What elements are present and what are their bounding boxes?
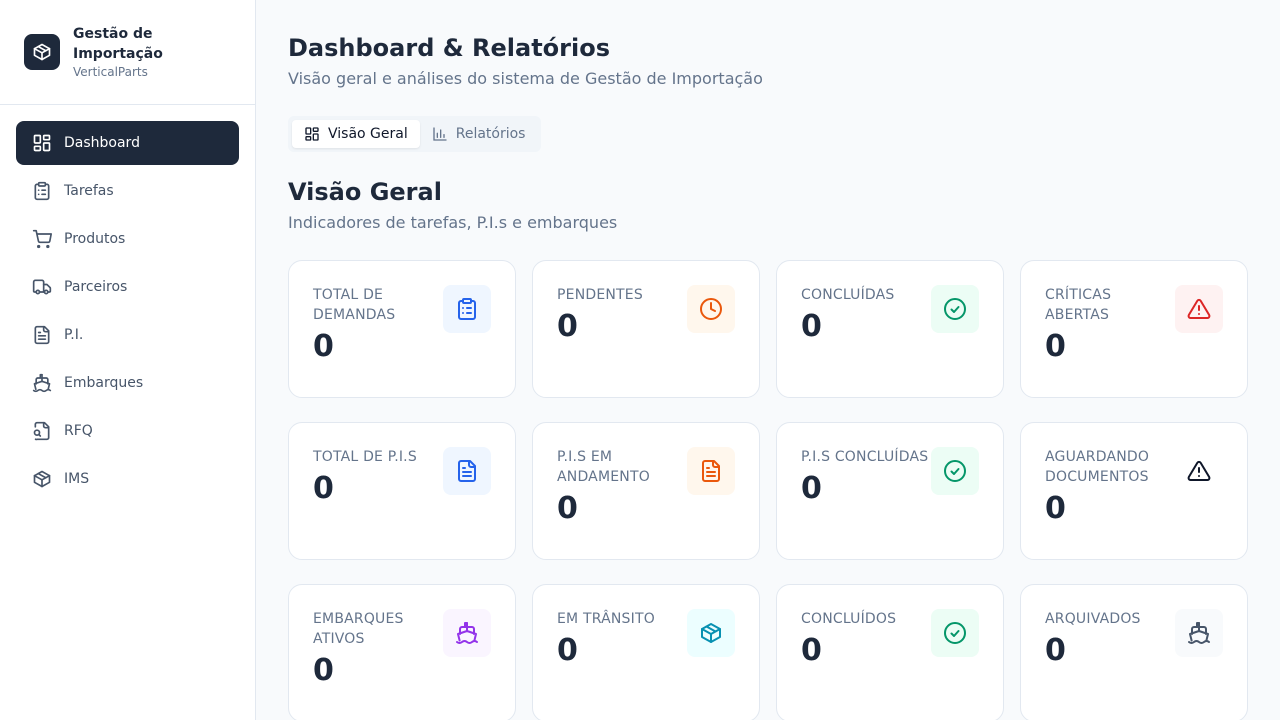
clock-icon	[687, 285, 735, 333]
stat-value: 0	[313, 653, 334, 688]
stat-card-em-transito: Em Trânsito 0	[532, 584, 760, 720]
sidebar-item-parceiros[interactable]: Parceiros	[16, 265, 239, 309]
sidebar-item-embarques[interactable]: Embarques	[16, 361, 239, 405]
stat-card-arquivados: Arquivados 0	[1020, 584, 1248, 720]
sidebar-item-label: Parceiros	[64, 279, 128, 295]
check-circle-icon	[931, 609, 979, 657]
tab-label: Relatórios	[455, 126, 526, 142]
stats-grid: Total de Demandas 0 Pendentes 0 Concluíd…	[288, 260, 1248, 720]
brand-title: Gestão de Importação	[73, 26, 163, 62]
sidebar-item-tarefas[interactable]: Tarefas	[16, 169, 239, 213]
stat-value: 0	[313, 329, 334, 364]
sidebar-item-label: RFQ	[64, 423, 93, 439]
check-circle-icon	[931, 285, 979, 333]
stat-card-aguardando-documentos: Aguardando Documentos 0	[1020, 422, 1248, 560]
ship-icon	[443, 609, 491, 657]
layout-dashboard-icon	[33, 134, 51, 152]
stat-card-total-pis: Total de P.I.s 0	[288, 422, 516, 560]
ship-icon	[32, 373, 52, 393]
page-title: Dashboard & Relatórios	[288, 34, 610, 62]
stat-value: 0	[557, 491, 578, 526]
tab-relatorios[interactable]: Relatórios	[420, 120, 538, 148]
stat-label: Críticas Abertas	[1045, 287, 1112, 323]
sidebar-item-label: IMS	[64, 471, 90, 487]
brand: Gestão de Importação VerticalParts	[0, 0, 255, 105]
alert-triangle-icon	[1175, 285, 1223, 333]
stat-card-embarques-ativos: Embarques Ativos 0	[288, 584, 516, 720]
package-icon	[24, 34, 60, 70]
stat-card-criticas-abertas: Críticas Abertas 0	[1020, 260, 1248, 398]
sidebar-item-label: Produtos	[64, 231, 126, 247]
sidebar-nav: Dashboard Tarefas Produtos Parceiros P.I…	[0, 105, 255, 521]
sidebar-item-dashboard[interactable]: Dashboard	[16, 121, 239, 165]
section-title: Visão Geral	[288, 178, 442, 206]
layout-dashboard-icon	[305, 127, 319, 141]
sidebar-item-label: Tarefas	[64, 183, 114, 199]
check-circle-icon	[931, 447, 979, 495]
stat-label: Total de Demandas	[313, 287, 396, 323]
ship-icon	[1175, 609, 1223, 657]
brand-subtitle: VerticalParts	[73, 65, 148, 79]
stat-label: Arquivados	[1045, 611, 1141, 627]
clipboard-icon	[34, 181, 50, 201]
sidebar-item-label: Dashboard	[64, 135, 140, 151]
stat-label: Total de P.I.s	[313, 449, 417, 465]
stat-card-total-demandas: Total de Demandas 0	[288, 260, 516, 398]
stat-card-concluidos: Concluídos 0	[776, 584, 1004, 720]
stat-label: Aguardando Documentos	[1045, 449, 1150, 485]
shopping-cart-icon	[32, 229, 52, 249]
stat-label: P.I.s em Andamento	[557, 449, 650, 485]
sidebar-item-pi[interactable]: P.I.	[16, 313, 239, 357]
file-text-icon	[443, 447, 491, 495]
page-subtitle: Visão geral e análises do sistema de Ges…	[288, 69, 763, 88]
sidebar-item-rfq[interactable]: RFQ	[16, 409, 239, 453]
stat-label: Concluídos	[801, 611, 897, 627]
sidebar: Gestão de Importação VerticalParts Dashb…	[0, 0, 256, 720]
tab-label: Visão Geral	[328, 126, 408, 142]
stat-card-pendentes: Pendentes 0	[532, 260, 760, 398]
package-icon	[687, 609, 735, 657]
stat-label: Concluídas	[801, 287, 895, 303]
stat-label: Embarques Ativos	[313, 611, 404, 647]
bar-chart-icon	[433, 127, 447, 141]
sidebar-item-label: Embarques	[64, 375, 144, 391]
stat-card-concluidas: Concluídas 0	[776, 260, 1004, 398]
main-content: Dashboard & Relatórios Visão geral e aná…	[256, 0, 1280, 720]
file-search-icon	[33, 421, 50, 441]
sidebar-item-ims[interactable]: IMS	[16, 457, 239, 501]
tab-visao-geral[interactable]: Visão Geral	[292, 120, 420, 148]
stat-value: 0	[1045, 329, 1066, 364]
package-icon	[33, 470, 51, 488]
truck-icon	[32, 279, 52, 295]
file-text-icon	[34, 325, 50, 345]
file-text-icon	[687, 447, 735, 495]
stat-card-pis-concluidas: P.I.s Concluídas 0	[776, 422, 1004, 560]
section-subtitle: Indicadores de tarefas, P.I.s e embarque…	[288, 213, 618, 232]
stat-value: 0	[1045, 491, 1066, 526]
clipboard-icon	[443, 285, 491, 333]
alert-triangle-icon	[1175, 447, 1223, 495]
tabs: Visão Geral Relatórios	[288, 116, 542, 152]
stat-label: Pendentes	[557, 287, 643, 303]
stat-label: Em Trânsito	[557, 611, 655, 627]
sidebar-item-label: P.I.	[64, 327, 84, 343]
sidebar-item-produtos[interactable]: Produtos	[16, 217, 239, 261]
stat-card-pis-em-andamento: P.I.s em Andamento 0	[532, 422, 760, 560]
